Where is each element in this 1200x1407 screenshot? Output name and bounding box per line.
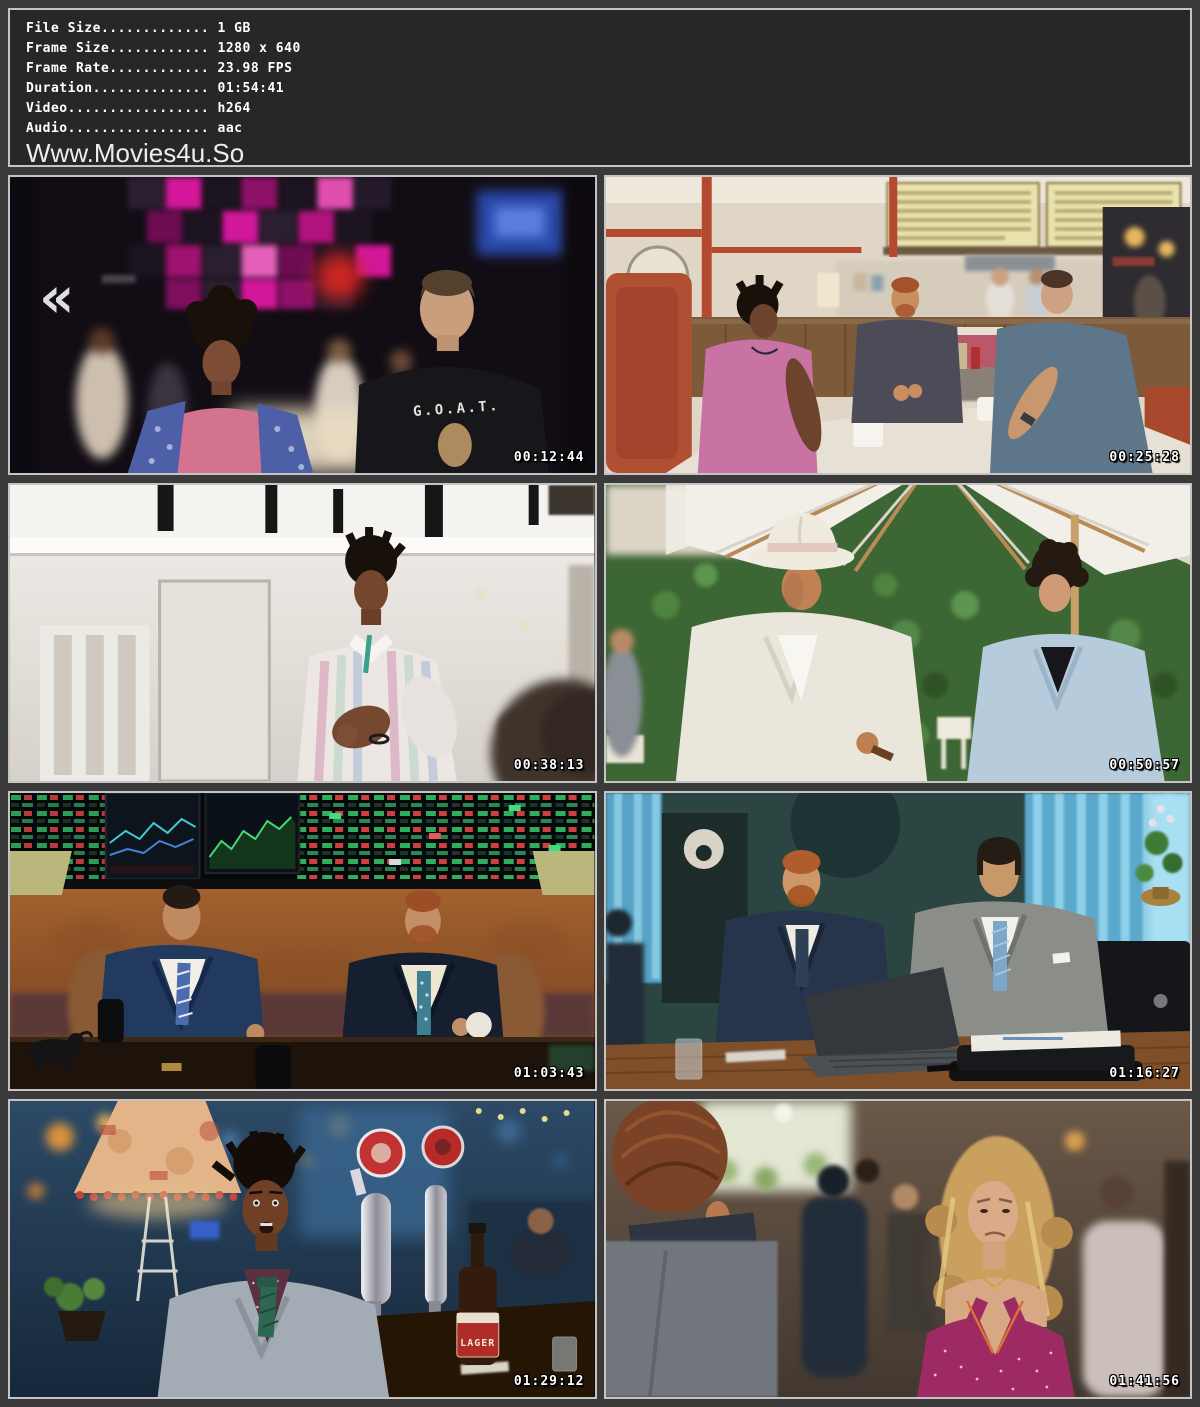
- scene-trading-office: [10, 793, 595, 1089]
- timestamp-overlay: 01:03:43: [514, 1066, 585, 1081]
- lamp-left: [10, 851, 72, 895]
- scene-office-meeting: [606, 793, 1191, 1089]
- timestamp-overlay: 01:29:12: [514, 1374, 585, 1389]
- loft-slat-panel: [40, 625, 150, 781]
- media-info-box: File Size............. 1 GB Frame Size..…: [8, 8, 1192, 167]
- site-brand: Www.Movies4u.So: [26, 140, 1174, 167]
- timestamp-overlay: 00:12:44: [514, 450, 585, 465]
- timestamp-overlay: 00:25:28: [1109, 450, 1180, 465]
- info-line-frame-size: Frame Size............ 1280 x 640: [26, 39, 1174, 59]
- scene-diner: [606, 177, 1191, 473]
- scene-loft: [10, 485, 595, 781]
- timestamp-overlay: 00:38:13: [514, 758, 585, 773]
- info-line-video: Video................. h264: [26, 99, 1174, 119]
- timestamp-overlay: 01:16:27: [1109, 1066, 1180, 1081]
- screenshot-thumbnail-2: 00:25:28: [604, 175, 1193, 475]
- bottle-label-text: LAGER: [460, 1338, 495, 1349]
- screenshot-thumbnail-5: 01:03:43: [8, 791, 597, 1091]
- info-line-duration: Duration.............. 01:54:41: [26, 79, 1174, 99]
- screenshot-thumbnail-1: «: [8, 175, 597, 475]
- screenshot-grid: «: [8, 175, 1192, 1399]
- lamp-right: [533, 851, 595, 895]
- scene-nightclub: «: [10, 177, 595, 473]
- screenshot-thumbnail-3: 00:38:13: [8, 483, 597, 783]
- info-line-frame-rate: Frame Rate............ 23.98 FPS: [26, 59, 1174, 79]
- timestamp-overlay: 01:41:56: [1109, 1374, 1180, 1389]
- screenshot-thumbnail-7: LAGER: [8, 1099, 597, 1399]
- scene-party: [606, 1101, 1191, 1397]
- scene-bar: LAGER: [10, 1101, 595, 1397]
- screenshot-sheet: File Size............. 1 GB Frame Size..…: [0, 0, 1200, 1407]
- scene-patio: [606, 485, 1191, 781]
- club-logo: «: [40, 263, 75, 331]
- screenshot-thumbnail-6: 01:16:27: [604, 791, 1193, 1091]
- info-line-audio: Audio................. aac: [26, 119, 1174, 139]
- screenshot-thumbnail-8: 01:41:56: [604, 1099, 1193, 1399]
- screenshot-thumbnail-4: 00:50:57: [604, 483, 1193, 783]
- water-glass: [675, 1039, 701, 1079]
- chart-monitor-left: [106, 793, 200, 879]
- desk: [10, 1037, 595, 1089]
- timestamp-overlay: 00:50:57: [1109, 758, 1180, 773]
- info-line-file-size: File Size............. 1 GB: [26, 19, 1174, 39]
- shot-glass: [553, 1337, 577, 1371]
- chart-monitor-center: [205, 793, 299, 873]
